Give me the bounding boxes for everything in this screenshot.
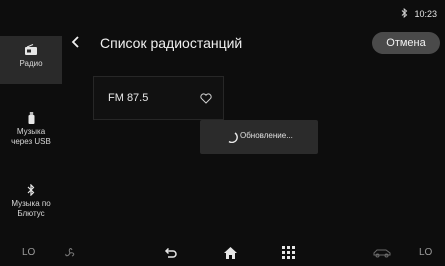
car-icon[interactable]: [372, 248, 392, 258]
sidebar-item-label-line1: Музыка: [16, 127, 46, 136]
bluetooth-icon: [27, 184, 35, 196]
status-bar: 10:23: [401, 7, 437, 20]
radio-station-list-screen: 10:23 Радио Музыка через USB Музыка по Б…: [0, 0, 445, 266]
updating-toast: Обновление...: [200, 120, 318, 154]
source-sidebar: Радио Музыка через USB Музыка по Блютус: [0, 24, 62, 244]
clock: 10:23: [414, 9, 437, 19]
sidebar-item-bluetooth-music[interactable]: Музыка по Блютус: [0, 184, 62, 230]
back-icon[interactable]: [163, 246, 177, 260]
sidebar-item-radio[interactable]: Радио: [0, 36, 62, 84]
sidebar-item-label-line2: Блютус: [17, 209, 45, 218]
radio-icon: [25, 44, 37, 55]
page-title: Список радиостанций: [100, 35, 243, 51]
chevron-left-icon[interactable]: [69, 34, 83, 50]
spinner-icon: [228, 132, 238, 143]
heart-icon[interactable]: [200, 93, 212, 104]
station-tile[interactable]: FM 87.5: [93, 76, 224, 120]
left-temperature[interactable]: LO: [22, 247, 35, 258]
sidebar-item-label-line1: Музыка по: [11, 199, 51, 208]
station-name: FM 87.5: [108, 92, 149, 104]
sidebar-item-label: Радио: [19, 59, 43, 68]
apps-grid-icon[interactable]: [282, 246, 295, 259]
home-icon[interactable]: [223, 246, 238, 260]
sidebar-item-label-line2: через USB: [11, 137, 51, 146]
bottom-bar: LO LO: [0, 242, 445, 266]
updating-text: Обновление...: [240, 131, 293, 140]
cancel-button[interactable]: Отмена: [372, 32, 440, 54]
sidebar-item-usb-music[interactable]: Музыка через USB: [0, 112, 62, 158]
right-temperature[interactable]: LO: [419, 247, 432, 258]
fan-icon[interactable]: [63, 246, 77, 260]
usb-drive-icon: [28, 112, 34, 124]
bluetooth-status-icon: [401, 7, 408, 20]
